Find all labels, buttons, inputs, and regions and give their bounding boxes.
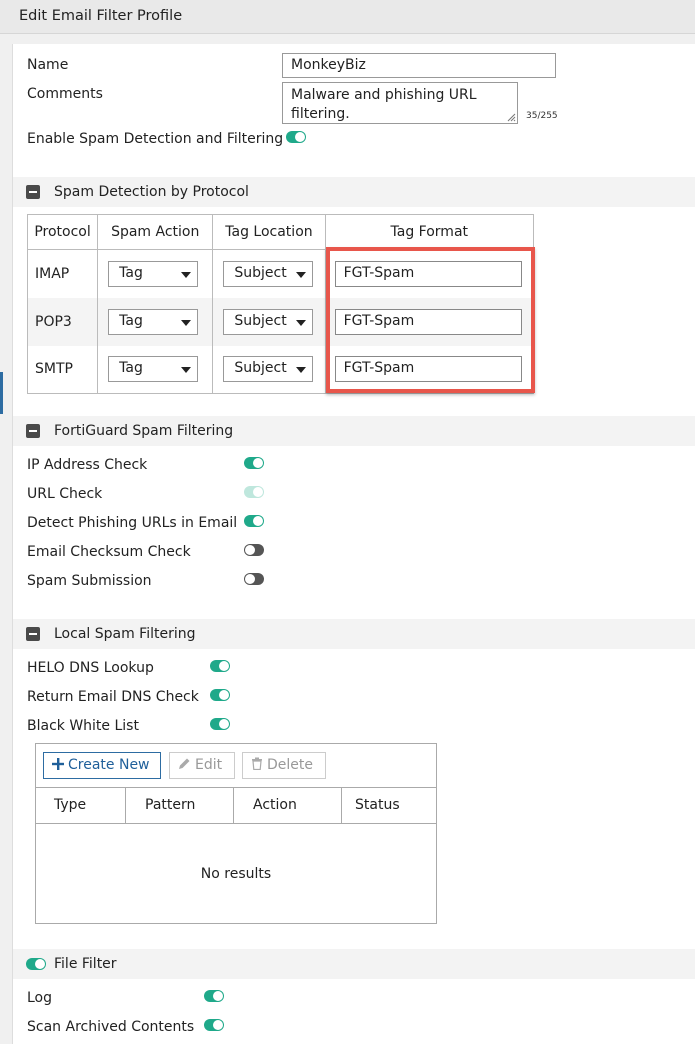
trash-icon	[252, 757, 262, 771]
spam-action-select[interactable]: Tag	[108, 356, 199, 383]
tag-location-select[interactable]: Subject	[223, 260, 314, 287]
pencil-icon	[179, 758, 190, 769]
section-title: Spam Detection by Protocol	[54, 184, 249, 200]
collapse-minus-icon[interactable]	[26, 424, 40, 438]
protocol-cell: POP3	[26, 297, 99, 346]
tag-location-select[interactable]: Subject	[223, 308, 314, 335]
create-new-button[interactable]: Create New	[43, 752, 161, 779]
empty-state-text: No results	[200, 866, 272, 882]
comments-textarea[interactable]: Malware and phishing URL filtering.	[282, 82, 518, 124]
name-input[interactable]: MonkeyBiz	[282, 53, 556, 78]
section-file-filter[interactable]: File Filter	[13, 949, 695, 979]
edit-button[interactable]: Edit	[169, 752, 235, 779]
col-pattern[interactable]: Pattern	[126, 788, 234, 823]
comments-counter: 35/255	[526, 111, 558, 121]
black-white-list-grid: Create New Edit Delete Type Pattern Acti…	[35, 743, 437, 924]
collapse-minus-icon[interactable]	[26, 627, 40, 641]
select-value: Subject	[234, 312, 287, 329]
collapse-minus-icon[interactable]	[26, 185, 40, 199]
section-spam-protocol[interactable]: Spam Detection by Protocol	[13, 177, 695, 207]
edit-label: Edit	[195, 757, 223, 773]
url-check-toggle	[244, 486, 264, 498]
chevron-down-icon	[296, 319, 307, 326]
return-email-dns-label: Return Email DNS Check	[27, 689, 199, 705]
enable-spam-toggle[interactable]	[286, 131, 306, 143]
section-fortiguard[interactable]: FortiGuard Spam Filtering	[13, 416, 695, 446]
section-title: FortiGuard Spam Filtering	[54, 423, 234, 439]
chevron-down-icon	[181, 271, 192, 278]
file-filter-toggle[interactable]	[26, 958, 46, 970]
spam-submission-label: Spam Submission	[27, 573, 152, 589]
comments-text: Malware and phishing URL filtering.	[291, 87, 477, 122]
helo-dns-toggle[interactable]	[210, 660, 230, 672]
scan-archived-label: Scan Archived Contents	[27, 1019, 195, 1035]
select-value: Subject	[234, 264, 287, 281]
delete-label: Delete	[267, 757, 313, 773]
tag-location-select[interactable]: Subject	[223, 356, 314, 383]
scan-archived-toggle[interactable]	[204, 1019, 224, 1031]
log-toggle[interactable]	[204, 990, 224, 1002]
col-type[interactable]: Type	[36, 788, 126, 823]
url-check-label: URL Check	[27, 486, 103, 502]
section-title: Local Spam Filtering	[54, 626, 196, 642]
chevron-down-icon	[181, 367, 192, 374]
comments-label: Comments	[27, 86, 103, 102]
plus-icon	[52, 758, 64, 770]
select-value: Subject	[234, 360, 287, 377]
section-local-spam[interactable]: Local Spam Filtering	[13, 619, 695, 649]
select-value: Tag	[119, 312, 143, 329]
enable-spam-label: Enable Spam Detection and Filtering	[27, 131, 284, 147]
col-action[interactable]: Action	[234, 788, 342, 823]
select-value: Tag	[119, 264, 143, 281]
spam-submission-toggle[interactable]	[244, 573, 264, 585]
chevron-down-icon	[296, 367, 307, 374]
bwl-header-row: Type Pattern Action Status	[36, 787, 436, 824]
col-protocol: Protocol	[26, 214, 99, 250]
email-checksum-toggle[interactable]	[244, 544, 264, 556]
col-tag-format: Tag Format	[324, 214, 535, 250]
dialog-title: Edit Email Filter Profile	[19, 8, 183, 24]
spam-action-select[interactable]: Tag	[108, 308, 199, 335]
col-spam-action: Spam Action	[97, 214, 214, 250]
form-panel: Name MonkeyBiz Comments Malware and phis…	[12, 44, 695, 1044]
detect-phishing-label: Detect Phishing URLs in Email	[27, 515, 238, 531]
detect-phishing-toggle[interactable]	[244, 515, 264, 527]
tag-format-highlight-box	[326, 247, 535, 393]
select-value: Tag	[119, 360, 143, 377]
left-accent-bar	[0, 372, 3, 414]
black-white-list-label: Black White List	[27, 718, 139, 734]
spam-action-select[interactable]: Tag	[108, 260, 199, 287]
return-email-dns-toggle[interactable]	[210, 689, 230, 701]
protocol-cell: SMTP	[26, 345, 99, 394]
chevron-down-icon	[181, 319, 192, 326]
delete-button[interactable]: Delete	[242, 752, 326, 779]
name-label: Name	[27, 57, 69, 73]
chevron-down-icon	[296, 271, 307, 278]
black-white-list-toggle[interactable]	[210, 718, 230, 730]
ip-address-check-toggle[interactable]	[244, 457, 264, 469]
log-label: Log	[27, 990, 53, 1006]
protocol-cell: IMAP	[26, 249, 99, 298]
helo-dns-label: HELO DNS Lookup	[27, 660, 154, 676]
email-checksum-label: Email Checksum Check	[27, 544, 191, 560]
ip-address-check-label: IP Address Check	[27, 457, 148, 473]
section-title: File Filter	[54, 956, 117, 972]
col-status[interactable]: Status	[342, 788, 436, 823]
dialog-title-bar: Edit Email Filter Profile	[0, 0, 695, 34]
create-new-label: Create New	[68, 757, 150, 773]
col-tag-location: Tag Location	[212, 214, 326, 250]
resize-handle-icon[interactable]	[507, 113, 516, 122]
